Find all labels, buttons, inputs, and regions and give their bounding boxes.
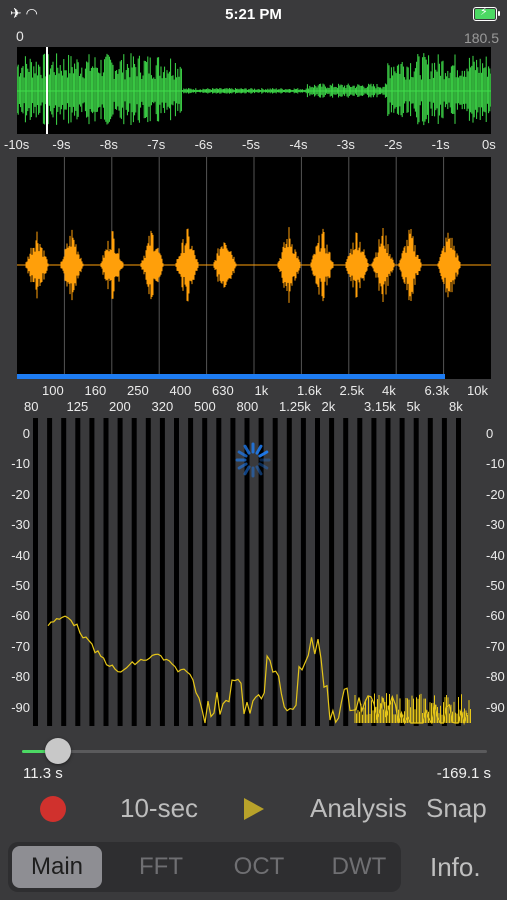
freq-label-upper: 100 (42, 383, 64, 398)
db-scale-label: -40 (486, 547, 505, 563)
time-tick-label: -8s (99, 137, 118, 152)
freq-label-upper: 10k (467, 383, 488, 398)
freq-label-lower: 5k (406, 399, 421, 414)
db-scale-label: -80 (486, 669, 505, 685)
db-scale-label: -20 (11, 486, 30, 502)
freq-label-upper: 250 (127, 383, 149, 398)
tab-main[interactable]: Main (12, 846, 102, 888)
detail-waveform[interactable] (17, 157, 491, 379)
db-scale-label: -90 (486, 699, 505, 715)
slider-right-label: -169.1 s (436, 765, 491, 782)
db-scale-label: -30 (486, 517, 505, 533)
freq-label-lower: 500 (194, 399, 216, 414)
freq-label-lower: 3.15k (364, 399, 396, 414)
freq-label-upper: 6.3k (424, 383, 450, 398)
mode-button[interactable]: 10-sec (120, 793, 198, 824)
freq-label-lower: 800 (236, 399, 259, 414)
freq-label-upper: 4k (382, 383, 396, 398)
time-slider-track[interactable] (22, 750, 487, 753)
record-button[interactable] (40, 796, 66, 822)
freq-label-lower: 2k (321, 399, 336, 414)
waveform-end-value: 180.5 (463, 30, 499, 46)
freq-label-upper: 630 (212, 383, 234, 398)
waveform-overview[interactable] (16, 47, 492, 134)
spectrum-svg (33, 418, 471, 726)
db-scale-label: -20 (486, 486, 505, 502)
tab-oct[interactable]: OCT (214, 846, 304, 888)
detail-waveform-svg (17, 157, 491, 379)
battery-charging-icon: ⚡ (473, 6, 500, 21)
time-tick-label: -2s (384, 137, 403, 152)
spectrum-area[interactable] (0, 418, 507, 728)
waveform-trace (16, 53, 492, 126)
db-scale-label: -50 (486, 578, 505, 593)
db-scale-label: -70 (486, 638, 505, 654)
db-scale-label: 0 (22, 426, 30, 441)
db-scale-label: -10 (11, 456, 30, 472)
time-tick-label: -9s (52, 137, 71, 152)
db-scale-label: -60 (486, 608, 505, 624)
tab-fft[interactable]: FFT (116, 846, 206, 888)
time-tick-label: -7s (147, 137, 166, 152)
play-button[interactable] (244, 798, 264, 820)
db-scale-label: -10 (486, 456, 505, 472)
db-scale-label: -90 (11, 699, 30, 715)
freq-label-lower: 8k (449, 399, 463, 414)
db-scale-label: -80 (11, 669, 30, 685)
freq-label-upper: 1.6k (297, 383, 322, 398)
slider-left-label: 11.3 s (23, 765, 63, 782)
time-tick-label: -10s (4, 137, 30, 152)
db-scale-label: -50 (11, 578, 30, 593)
freq-label-upper: 160 (84, 383, 107, 398)
freq-label-lower: 80 (24, 399, 39, 414)
db-scale-label: -70 (11, 638, 30, 654)
freq-label-lower: 320 (151, 399, 174, 414)
time-tick-label: -4s (289, 137, 308, 152)
time-tick-label: -3s (336, 137, 355, 152)
detail-progress-bar (17, 374, 445, 379)
db-scale-label: -30 (11, 517, 30, 533)
db-scale-label: -40 (11, 547, 30, 563)
freq-label-upper: 400 (169, 383, 192, 398)
snap-button[interactable]: Snap (426, 793, 487, 824)
time-tick-label: 0s (482, 137, 496, 152)
tab-dwt[interactable]: DWT (314, 846, 404, 888)
time-tick-label: -5s (242, 137, 261, 152)
waveform-start-value: 0 (16, 28, 24, 44)
status-time: 5:21 PM (225, 6, 282, 23)
status-bar: ✈ ◠ 5:21 PM ⚡ (0, 0, 507, 28)
time-tick-label: -1s (431, 137, 450, 152)
waveform-svg (16, 47, 492, 134)
freq-label-lower: 200 (109, 399, 131, 414)
loading-spinner-icon (235, 442, 271, 478)
info-button[interactable]: Info. (430, 852, 481, 883)
db-scale-label: -60 (11, 608, 30, 624)
freq-label-lower: 1.25k (279, 399, 311, 414)
view-tabs: Main FFT OCT DWT (8, 842, 401, 892)
analysis-button[interactable]: Analysis (310, 793, 407, 824)
freq-label-upper: 2.5k (339, 383, 365, 398)
time-tick-label: -6s (194, 137, 213, 152)
freq-label-lower: 125 (66, 399, 89, 414)
time-slider-knob[interactable] (45, 738, 71, 764)
db-scale-label: 0 (486, 426, 494, 441)
freq-label-upper: 1k (254, 383, 269, 398)
